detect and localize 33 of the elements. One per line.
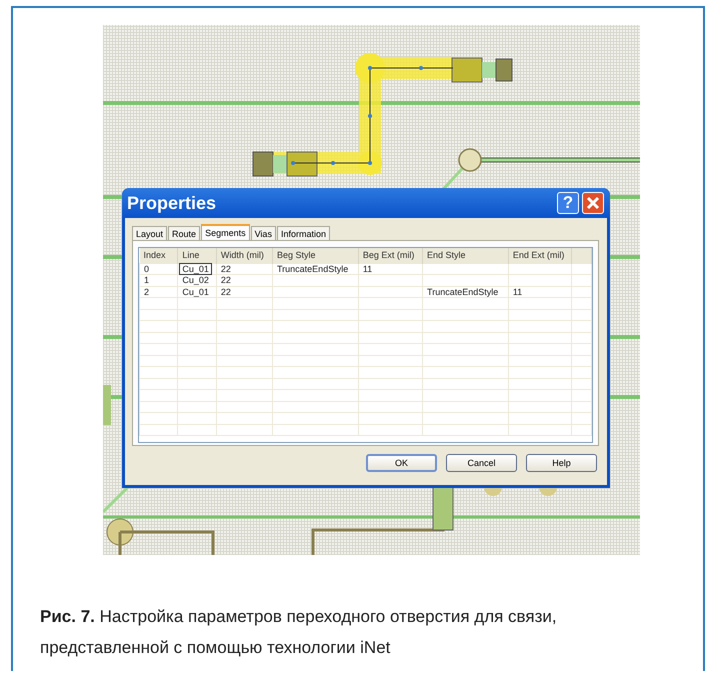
table-cell: Cu_01 [182, 286, 209, 297]
table-cell: 22 [220, 286, 231, 297]
table-cell: 1 [144, 275, 150, 286]
tab[interactable]: Segments [201, 224, 250, 240]
table-cell: 0 [144, 264, 150, 274]
column-header[interactable]: Beg Ext (mil) [358, 248, 423, 263]
focused-cell[interactable]: Cu_01 [179, 262, 212, 275]
table-cell: 11 [512, 286, 522, 297]
column-header[interactable]: End Ext (mil) [508, 248, 572, 263]
dialog-button[interactable]: Help [526, 454, 597, 472]
table-cell: 11 [362, 264, 372, 274]
table-cell: 22 [220, 275, 231, 286]
tab[interactable]: Route [168, 226, 200, 240]
tab[interactable]: Information [276, 226, 330, 240]
dialog-button[interactable]: Cancel [446, 454, 517, 472]
table-cell: Cu_02 [182, 275, 209, 286]
close-icon [586, 196, 600, 210]
help-button[interactable]: ? [557, 192, 579, 214]
table-cell: TruncateEndStyle [277, 264, 348, 274]
column-header[interactable]: Width (mil) [216, 248, 272, 263]
figure-caption: Рис. 7. Настройка параметров переходного отверстия для связи, представленной с помощью технологии iNet [40, 606, 558, 659]
close-button[interactable] [582, 192, 604, 214]
column-header[interactable]: End Style [422, 248, 508, 263]
tab[interactable]: Vias [250, 226, 276, 240]
column-header[interactable]: Beg Style [272, 248, 358, 263]
column-header[interactable]: Index [140, 248, 178, 263]
column-header[interactable]: Line [178, 248, 216, 263]
table-cell: 22 [220, 264, 231, 274]
dialog-button[interactable]: OK [366, 454, 437, 472]
window-title: Properties [127, 192, 218, 214]
table-cell: TruncateEndStyle [427, 286, 498, 297]
table-cell: 2 [144, 286, 150, 297]
tab[interactable]: Layout [132, 226, 168, 240]
